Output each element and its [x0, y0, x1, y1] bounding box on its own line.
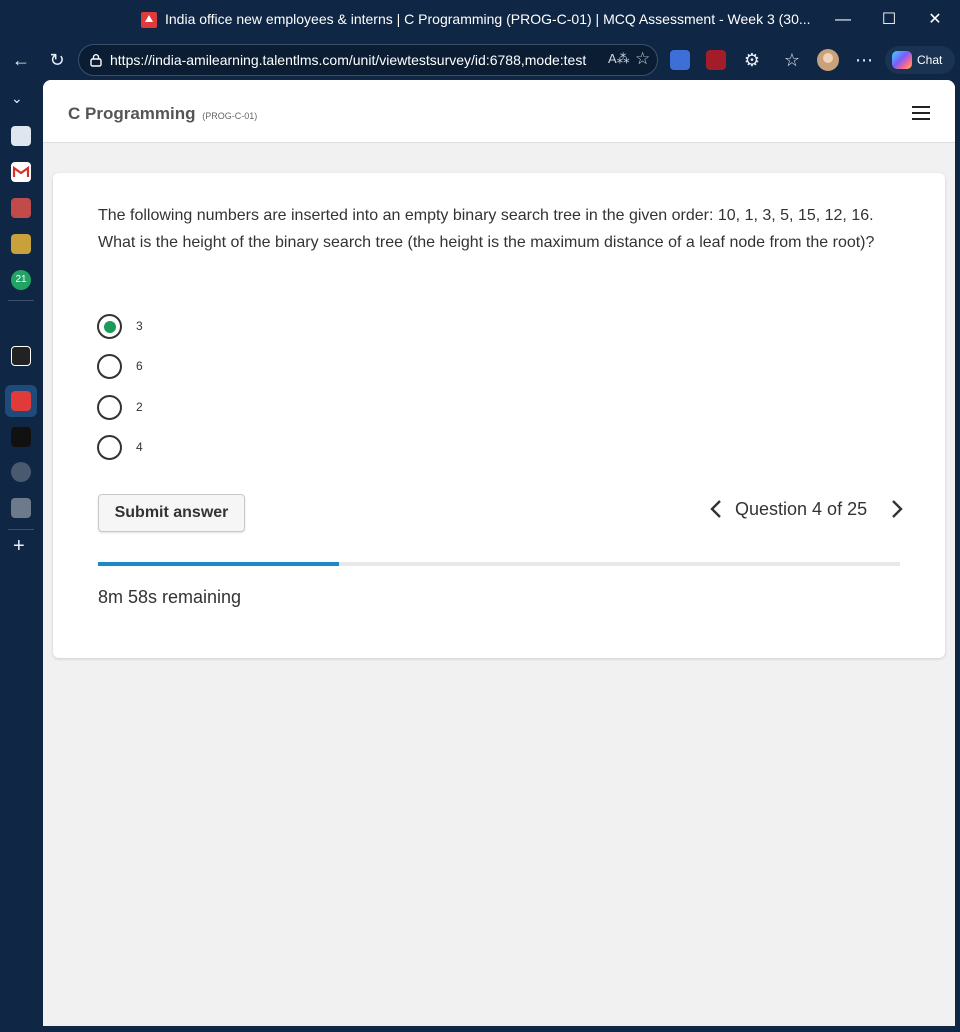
option-label: 3: [136, 319, 143, 333]
chevron-down-icon[interactable]: ⌄: [11, 90, 23, 107]
url-text: https://india-amilearning.talentlms.com/…: [110, 52, 587, 68]
sidebar-app-icon[interactable]: [11, 346, 31, 366]
add-icon[interactable]: +: [13, 535, 25, 558]
submit-answer-button[interactable]: Submit answer: [98, 494, 245, 532]
window-title: India office new employees & interns | C…: [165, 11, 811, 27]
option-label: 4: [136, 440, 143, 454]
radio-button[interactable]: [97, 354, 122, 379]
extension-bitwarden-icon[interactable]: [670, 50, 690, 70]
sidebar-app-icon[interactable]: [11, 462, 31, 482]
profile-avatar[interactable]: [817, 49, 839, 71]
sidebar-divider: [8, 529, 34, 530]
extensions-puzzle-icon[interactable]: ⚙: [740, 48, 764, 72]
course-title-text: C Programming: [68, 104, 196, 123]
lock-icon: [90, 54, 102, 67]
progress-bar: [98, 562, 900, 566]
maximize-button[interactable]: ☐: [874, 6, 904, 34]
browser-sidebar: ⌄ 21 +: [0, 80, 42, 1032]
more-menu-icon[interactable]: ⋯: [852, 48, 876, 72]
radio-button[interactable]: [97, 314, 122, 339]
page-title: C Programming (PROG-C-01): [68, 104, 257, 124]
gmail-icon[interactable]: [11, 162, 31, 182]
question-counter: Question 4 of 25: [735, 499, 868, 519]
favorite-star-icon[interactable]: ☆: [635, 49, 650, 69]
question-card: The following numbers are inserted into …: [53, 173, 945, 658]
time-remaining: 8m 58s remaining: [98, 587, 242, 607]
sidebar-app-icon[interactable]: [11, 198, 31, 218]
favorites-icon[interactable]: ☆: [780, 48, 804, 72]
extension-ublock-icon[interactable]: [706, 50, 726, 70]
calendar-badge-icon[interactable]: 21: [11, 270, 31, 290]
radio-button[interactable]: [97, 395, 122, 420]
question-text: The following numbers are inserted into …: [98, 207, 875, 251]
back-arrow-icon[interactable]: ←: [9, 48, 33, 72]
answer-option[interactable]: 2: [97, 395, 297, 421]
course-header: C Programming (PROG-C-01): [43, 80, 955, 143]
sidebar-app-icon[interactable]: [11, 427, 31, 447]
read-aloud-icon[interactable]: A⁂: [608, 51, 630, 67]
page-viewport: C Programming (PROG-C-01) The following …: [43, 80, 955, 1026]
copilot-icon: [892, 51, 912, 69]
answer-option[interactable]: 3: [97, 314, 297, 340]
sidebar-divider: [8, 300, 34, 301]
address-bar[interactable]: https://india-amilearning.talentlms.com/…: [78, 44, 658, 76]
option-label: 2: [136, 400, 143, 414]
chat-label: Chat: [917, 53, 943, 67]
answer-option[interactable]: 4: [97, 435, 297, 461]
course-code: (PROG-C-01): [202, 111, 258, 121]
option-label: 6: [136, 359, 143, 373]
close-window-button[interactable]: ✕: [920, 6, 950, 34]
sidebar-app-icon[interactable]: [11, 498, 31, 518]
refresh-icon[interactable]: ↻: [45, 48, 69, 72]
hamburger-menu-icon[interactable]: [912, 106, 930, 120]
copilot-chat-button[interactable]: Chat: [885, 46, 955, 74]
radio-button[interactable]: [97, 435, 122, 460]
previous-question-chevron-icon[interactable]: [709, 498, 723, 520]
question-navigation: Question 4 of 25: [705, 494, 910, 524]
minimize-button[interactable]: —: [828, 6, 858, 34]
sidebar-document-icon[interactable]: [11, 126, 31, 146]
talentlms-app-icon: [141, 12, 157, 28]
answer-option[interactable]: 6: [97, 354, 297, 380]
progress-bar-fill: [98, 562, 339, 566]
window-titlebar: India office new employees & interns | C…: [0, 0, 960, 40]
browser-toolbar: ← ↻ https://india-amilearning.talentlms.…: [0, 40, 960, 80]
sidebar-app-icon[interactable]: [11, 234, 31, 254]
next-question-chevron-icon[interactable]: [890, 498, 904, 520]
